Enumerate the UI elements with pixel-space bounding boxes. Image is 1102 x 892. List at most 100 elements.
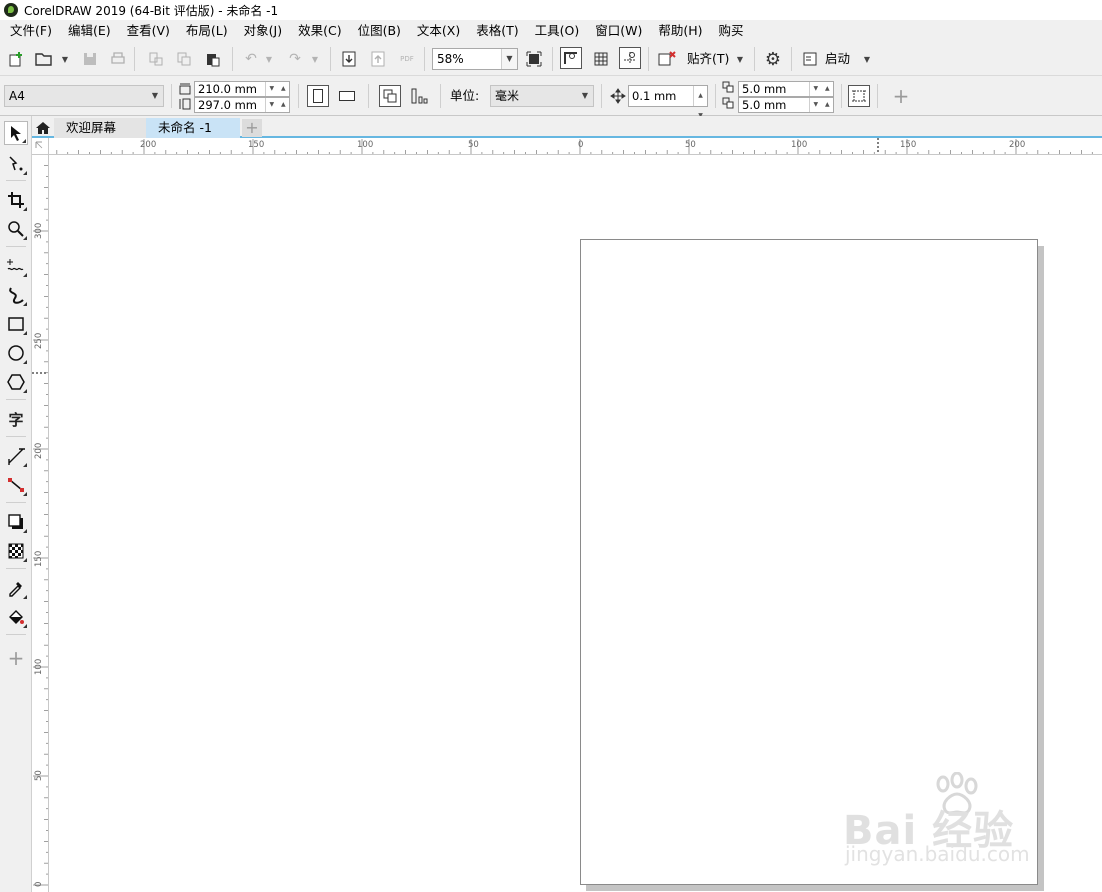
new-tab-plus-icon[interactable]: + [242,118,262,137]
show-rulers-icon[interactable] [560,47,582,69]
zoom-tool-icon[interactable] [4,217,28,241]
freehand-tool-icon[interactable] [4,254,28,278]
page-size-dropdown-icon[interactable]: ▼ [147,86,163,106]
menu-tools[interactable]: 工具(O) [527,20,588,42]
page-height-field[interactable]: 297.0 mm ▼ ▲ [194,97,290,113]
landscape-orientation-icon[interactable] [336,85,358,107]
polygon-tool-icon[interactable] [4,370,28,394]
drop-shadow-tool-icon[interactable] [4,510,28,534]
units-dropdown-icon[interactable]: ▼ [577,86,593,106]
new-document-icon[interactable] [5,48,27,70]
zoom-to-page-icon[interactable] [523,48,545,70]
nudge-distance-field[interactable]: 0.1 mm ▲▼ [628,85,708,119]
show-grid-icon[interactable] [590,48,612,70]
duplicate-y-field[interactable]: 5.0 mm ▼ ▲ [738,97,834,113]
save-icon[interactable] [79,48,101,70]
publish-pdf-icon[interactable]: PDF [396,48,418,70]
launch-dropdown-icon[interactable]: ▼ [862,48,872,70]
menu-buy[interactable]: 购买 [711,20,752,42]
add-tool-icon[interactable]: + [4,646,28,670]
ellipse-tool-icon[interactable] [4,341,28,365]
duplicate-y-spinner[interactable]: ▼ ▲ [809,98,833,112]
interactive-fill-tool-icon[interactable] [4,605,28,629]
connector-tool-icon[interactable] [4,473,28,497]
open-folder-icon[interactable] [33,48,55,70]
launch-label[interactable]: 启动 [825,51,850,67]
launch-app-icon[interactable] [799,48,821,70]
snap-off-icon[interactable] [656,48,678,70]
menu-text[interactable]: 文本(X) [409,20,468,42]
undo-dropdown-icon[interactable]: ▼ [264,48,274,70]
menu-table[interactable]: 表格(T) [468,20,526,42]
page-size-combo[interactable]: A4 ▼ [4,85,164,107]
duplicate-x-value: 5.0 mm [742,82,787,96]
duplicate-x-field[interactable]: 5.0 mm ▼ ▲ [738,81,834,97]
h-ruler-label: 200 [140,140,157,150]
print-icon[interactable] [107,48,129,70]
units-combo[interactable]: 毫米 ▼ [490,85,594,107]
zoom-level-combo[interactable]: 58% ▼ [432,48,518,70]
paste-icon[interactable] [202,48,224,70]
eyedropper-tool-icon[interactable] [4,576,28,600]
watermark-url: jingyan.baidu.com [845,842,1030,866]
menu-object[interactable]: 对象(J) [236,20,290,42]
import-icon[interactable] [338,48,360,70]
crop-tool-icon[interactable] [4,188,28,212]
h-ruler-label: 50 [685,140,696,150]
h-ruler-label: 150 [248,140,265,150]
parallel-dimension-tool-icon[interactable] [4,444,28,468]
v-ruler-label: 50 [34,770,44,781]
menu-file[interactable]: 文件(F) [2,20,60,42]
cut-icon[interactable] [145,48,167,70]
menu-help[interactable]: 帮助(H) [650,20,710,42]
rectangle-tool-icon[interactable] [4,312,28,336]
window-title: CorelDRAW 2019 (64-Bit 评估版) - 未命名 -1 [24,3,279,18]
copy-icon[interactable] [173,48,195,70]
redo-icon[interactable]: ↷ [284,48,306,70]
tab-welcome-screen[interactable]: 欢迎屏幕 [54,118,146,138]
artistic-media-tool-icon[interactable] [4,283,28,307]
document-tab-bar: 欢迎屏幕 未命名 -1 + [32,116,1102,138]
vertical-ruler[interactable]: 300 250 200 150 100 50 0 [32,155,49,892]
snap-to-label[interactable]: 贴齐(T) [687,51,729,67]
horizontal-ruler[interactable]: 200 150 100 50 0 50 100 150 200 [49,138,1102,155]
zoom-level-value: 58% [437,52,464,66]
toolbar-separator [754,47,755,71]
nudge-distance-icon [607,85,629,107]
menu-effects[interactable]: 效果(C) [290,20,349,42]
shape-tool-icon[interactable] [4,152,28,176]
page-height-spinner[interactable]: ▼ ▲ [265,98,289,112]
nudge-distance-spinner[interactable]: ▲▼ [693,86,707,119]
menu-edit[interactable]: 编辑(E) [60,20,119,42]
page-width-spinner[interactable]: ▼ ▲ [265,82,289,96]
export-icon[interactable] [367,48,389,70]
menu-view[interactable]: 查看(V) [119,20,178,42]
pick-tool-icon[interactable] [4,121,28,145]
open-dropdown-icon[interactable]: ▼ [60,48,70,70]
current-page-icon[interactable] [408,85,430,107]
snap-dropdown-icon[interactable]: ▼ [735,48,745,70]
menu-layout[interactable]: 布局(L) [178,20,236,42]
redo-dropdown-icon[interactable]: ▼ [310,48,320,70]
duplicate-y-value: 5.0 mm [742,98,787,112]
page-border-icon[interactable] [848,85,870,107]
ruler-origin-corner[interactable] [32,138,49,155]
all-pages-icon[interactable] [379,85,401,107]
v-ruler-label: 0 [34,881,44,887]
nudge-distance-value: 0.1 mm [632,89,677,103]
menu-window[interactable]: 窗口(W) [587,20,650,42]
options-gear-icon[interactable]: ⚙ [762,48,784,70]
home-icon[interactable] [32,118,54,138]
tab-untitled-document[interactable]: 未命名 -1 [146,118,240,138]
text-tool-icon[interactable]: 字 [4,407,28,431]
menu-bitmaps[interactable]: 位图(B) [350,20,409,42]
add-property-icon[interactable]: + [890,84,912,108]
duplicate-x-spinner[interactable]: ▼ ▲ [809,82,833,96]
portrait-orientation-icon[interactable] [307,85,329,107]
toolbar-separator [440,84,441,108]
show-guidelines-icon[interactable] [619,47,641,69]
transparency-tool-icon[interactable] [4,539,28,563]
zoom-dropdown-icon[interactable]: ▼ [501,49,517,69]
page-width-field[interactable]: 210.0 mm ▼ ▲ [194,81,290,97]
undo-icon[interactable]: ↶ [240,48,262,70]
